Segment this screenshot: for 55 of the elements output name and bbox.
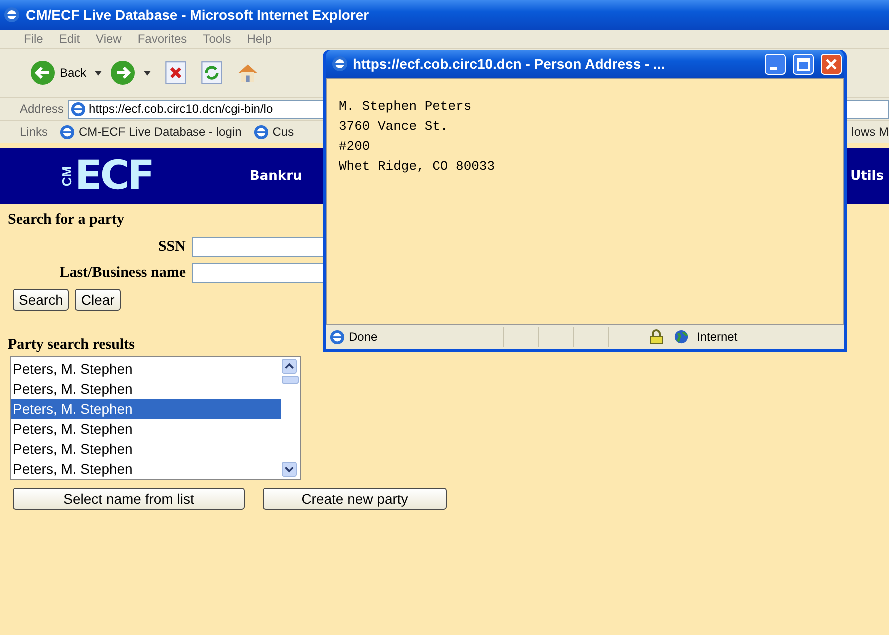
scroll-down-icon[interactable] bbox=[282, 462, 297, 477]
scroll-thumb[interactable] bbox=[282, 376, 299, 384]
menu-item[interactable]: Favorites bbox=[138, 32, 188, 46]
menu-item[interactable]: Help bbox=[247, 32, 272, 46]
browser-icon bbox=[332, 56, 348, 72]
form-button[interactable]: Search bbox=[13, 289, 70, 311]
logo-small-text: CM bbox=[60, 164, 74, 188]
list-item[interactable]: Peters, M. Stephen bbox=[11, 359, 281, 379]
lock-icon bbox=[649, 329, 664, 345]
dropdown-caret-icon[interactable] bbox=[94, 70, 102, 76]
browser-icon bbox=[4, 7, 20, 23]
address-line: Whet Ridge, CO 80033 bbox=[339, 158, 496, 176]
menu-item[interactable]: Edit bbox=[59, 32, 80, 46]
address-line: #200 bbox=[339, 138, 372, 156]
page-icon bbox=[330, 330, 345, 344]
select-name-button[interactable]: Select name from list bbox=[13, 488, 245, 510]
maximize-button[interactable] bbox=[793, 54, 814, 74]
address-line: M. Stephen Peters bbox=[339, 98, 473, 116]
list-item[interactable]: Peters, M. Stephen bbox=[11, 419, 281, 439]
section-heading: Search for a party bbox=[8, 212, 126, 229]
logo-text: ECF bbox=[75, 153, 154, 199]
window-title: CM/ECF Live Database - Microsoft Internet Explorer bbox=[26, 7, 370, 23]
refresh-icon[interactable] bbox=[200, 61, 223, 85]
close-button[interactable] bbox=[821, 54, 842, 74]
favorite-link[interactable]: lows M bbox=[852, 125, 889, 139]
form-button[interactable]: Clear bbox=[75, 289, 121, 311]
minimize-button[interactable] bbox=[765, 54, 786, 74]
menu-item[interactable]: Tools bbox=[203, 32, 232, 46]
status-text: Done bbox=[349, 330, 379, 344]
dropdown-caret-icon[interactable] bbox=[144, 70, 151, 76]
links-label: Links bbox=[20, 125, 48, 139]
scrollbar[interactable] bbox=[281, 357, 300, 479]
page-icon bbox=[60, 124, 76, 140]
list-item[interactable]: Peters, M. Stephen bbox=[11, 399, 281, 419]
stop-icon[interactable] bbox=[164, 61, 187, 85]
nav-menu-item[interactable]: Bankru bbox=[250, 168, 302, 184]
favorite-link[interactable]: Cus bbox=[254, 124, 294, 140]
favorite-link[interactable]: CM-ECF Live Database - login bbox=[60, 124, 242, 140]
scroll-up-icon[interactable] bbox=[282, 359, 297, 374]
list-item[interactable]: Peters, M. Stephen bbox=[11, 379, 281, 399]
zone-text: Internet bbox=[697, 330, 738, 344]
field-label: SSN bbox=[158, 238, 186, 256]
window-title: https://ecf.cob.circ10.dcn - Person Address - ... bbox=[353, 56, 666, 72]
nav-menu-item[interactable]: Utils bbox=[850, 168, 884, 184]
list-item[interactable]: Peters, M. Stephen bbox=[11, 439, 281, 459]
address-line: 3760 Vance St. bbox=[339, 118, 450, 136]
menu-item[interactable]: View bbox=[96, 32, 122, 46]
field-label: Last/Business name bbox=[60, 264, 186, 282]
back-button[interactable]: Back bbox=[30, 60, 87, 86]
create-party-button[interactable]: Create new party bbox=[263, 488, 447, 510]
menu-item[interactable]: File bbox=[24, 32, 44, 46]
address-label: Address bbox=[20, 102, 64, 116]
page-icon bbox=[254, 124, 269, 140]
globe-icon bbox=[674, 329, 689, 345]
list-item[interactable]: Peters, M. Stephen bbox=[11, 459, 281, 479]
